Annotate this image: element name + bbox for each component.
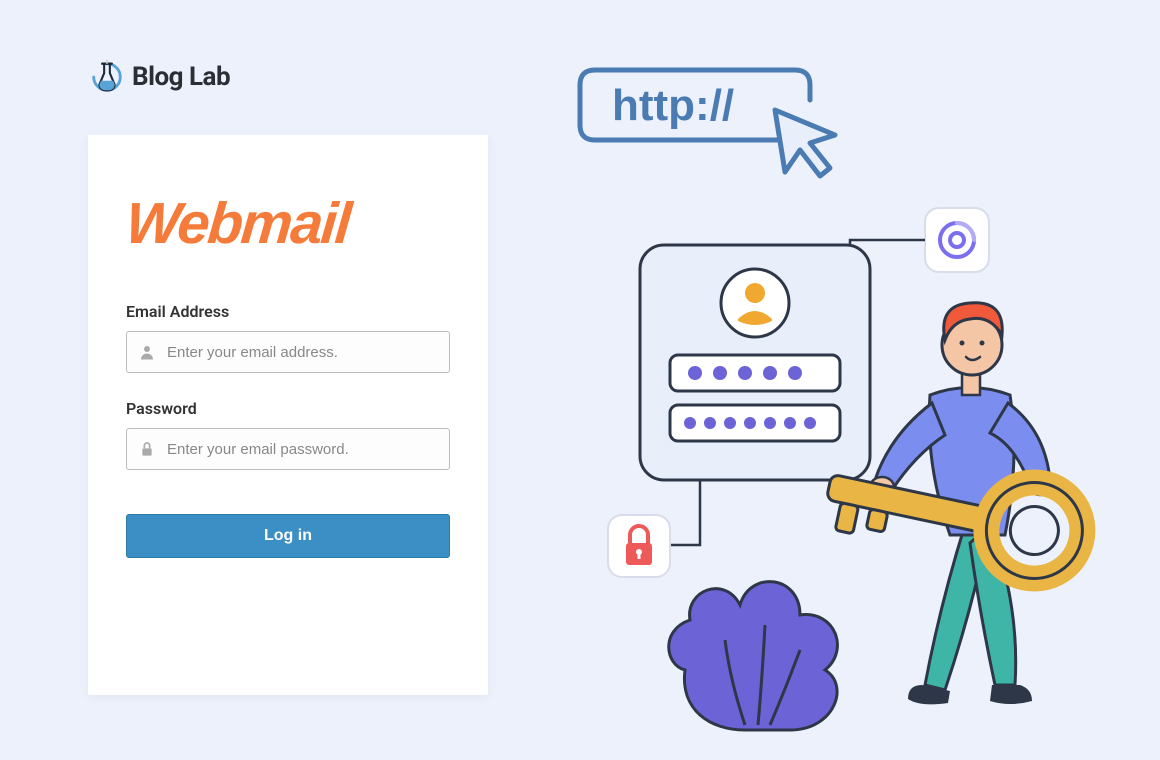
flask-icon — [88, 58, 126, 96]
padlock-badge-icon — [608, 515, 670, 577]
email-input[interactable] — [167, 332, 449, 372]
swirl-badge-icon — [925, 208, 989, 272]
password-group: Password — [126, 399, 450, 470]
url-text: http:// — [612, 81, 734, 130]
brand-logo: Blog Lab — [88, 58, 230, 96]
password-input[interactable] — [167, 429, 449, 469]
illustration: http:// — [540, 40, 1140, 740]
password-input-wrap[interactable] — [126, 428, 450, 470]
plant-icon — [669, 582, 838, 730]
login-card: Webmail Email Address Password Lo — [88, 135, 488, 695]
login-illustration-box — [640, 245, 870, 480]
login-button[interactable]: Log in — [126, 514, 450, 558]
lock-icon — [127, 440, 167, 458]
cursor-icon — [775, 110, 835, 176]
email-input-wrap[interactable] — [126, 331, 450, 373]
webmail-logo: Webmail — [123, 190, 453, 257]
email-label: Email Address — [126, 302, 450, 321]
user-icon — [127, 343, 167, 361]
brand-name: Blog Lab — [132, 62, 230, 92]
email-group: Email Address — [126, 302, 450, 373]
password-label: Password — [126, 399, 450, 418]
